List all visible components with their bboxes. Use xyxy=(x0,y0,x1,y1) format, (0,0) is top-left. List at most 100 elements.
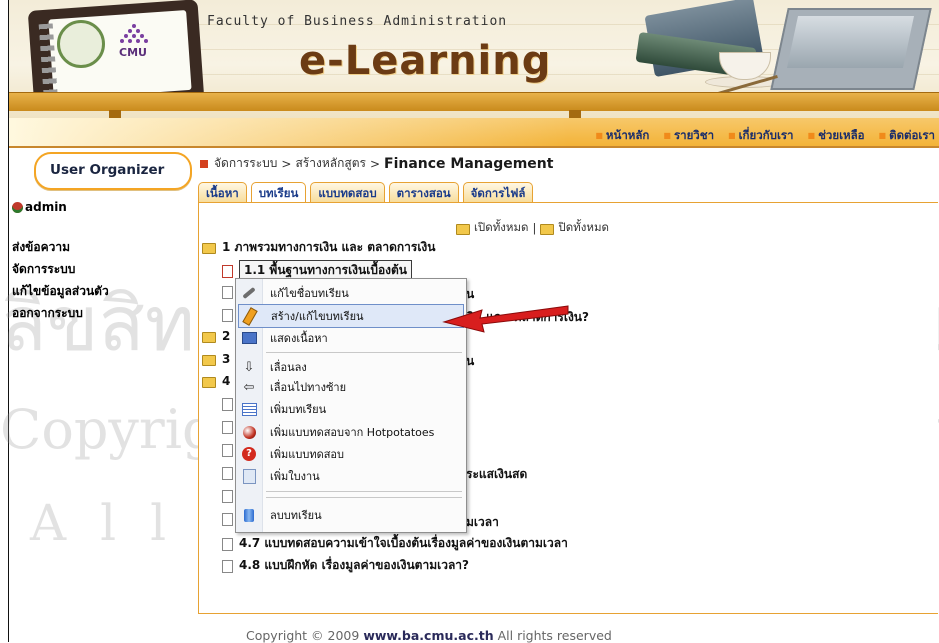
collapse-all-link[interactable]: ปิดทั้งหมด xyxy=(558,219,609,237)
delete-icon xyxy=(244,508,254,522)
expand-divider: | xyxy=(532,221,537,235)
menu-item-add-quiz[interactable]: ? เพิ่มแบบทดสอบ xyxy=(238,443,462,465)
breadcrumb-bullet-icon xyxy=(200,159,208,168)
sidebar-link-edit-profile[interactable]: แก้ไขข้อมูลส่วนตัว xyxy=(12,280,109,302)
tree-node-label[interactable]: 4.7 แบบทดสอบความเข้าใจเบื้องต้นเรื่องมูล… xyxy=(239,534,568,553)
menu-item-add-hotpotatoes-quiz[interactable]: เพิ่มแบบทดสอบจาก Hotpotatoes xyxy=(238,421,462,443)
sidebar-link-manage-system[interactable]: จัดการระบบ xyxy=(12,258,109,280)
menu-item-move-down[interactable]: ⇩ เลื่อนลง xyxy=(238,356,462,378)
document-icon xyxy=(222,286,233,299)
tree-expand-controls: เปิดทั้งหมด | ปิดทั้งหมด xyxy=(456,219,609,237)
menu-item-label: เพิ่มใบงาน xyxy=(270,470,320,483)
folder-open-icon xyxy=(202,376,216,388)
nav-about[interactable]: เกี่ยวกับเรา xyxy=(728,127,794,145)
top-navigation: หน้าหลัก รายวิชา เกี่ยวกับเรา ช่วยเหลือ … xyxy=(595,127,935,145)
document-icon xyxy=(222,444,233,457)
menu-item-label: สร้าง/แก้ไขบทเรียน xyxy=(271,310,364,323)
menu-item-add-worksheet[interactable]: เพิ่มใบงาน xyxy=(238,465,462,487)
worksheet-icon xyxy=(242,468,256,484)
footer-prefix: Copyright © 2009 xyxy=(246,628,360,643)
breadcrumb-separator: > xyxy=(369,156,380,171)
tree-node-2[interactable]: 2 xyxy=(202,329,230,343)
folder-closed-icon xyxy=(202,331,216,343)
tree-node-4-3[interactable] xyxy=(222,443,233,457)
menu-item-label: เพิ่มแบบทดสอบ xyxy=(270,448,345,461)
tree-node-4-6[interactable] xyxy=(222,512,233,526)
tree-node-4-8[interactable]: 4.8 แบบฝึกหัด เรื่องมูลค่าของเงินตามเวลา… xyxy=(222,556,469,575)
menu-item-label: แก้ไขชื่อบทเรียน xyxy=(270,287,349,300)
tree-node-1[interactable]: 1 ภาพรวมทางการเงิน และ ตลาดการเงิน xyxy=(202,238,435,257)
tree-node-label[interactable]: น xyxy=(466,352,474,371)
menu-item-rename-lesson[interactable]: แก้ไขชื่อบทเรียน xyxy=(238,282,462,304)
menu-item-label: แสดงเนื้อหา xyxy=(270,332,328,345)
tree-node-label[interactable]: 1 ภาพรวมทางการเงิน และ ตลาดการเงิน xyxy=(222,238,435,257)
document-icon xyxy=(222,398,233,411)
header-banner: CMU Faculty of Business Administration e… xyxy=(9,0,939,118)
menu-item-label: เพิ่มบทเรียน xyxy=(270,403,327,416)
breadcrumb-separator: > xyxy=(281,156,292,171)
document-icon xyxy=(222,467,233,480)
hotpotatoes-icon xyxy=(242,425,256,439)
expand-all-link[interactable]: เปิดทั้งหมด xyxy=(474,219,529,237)
footer-copyright: Copyright © 2009 www.ba.cmu.ac.th All ri… xyxy=(246,628,612,643)
faculty-title: Faculty of Business Administration xyxy=(207,14,508,29)
arrow-down-icon: ⇩ xyxy=(243,359,255,375)
user-organizer-title: User Organizer xyxy=(50,162,165,178)
tree-node-4-4[interactable] xyxy=(222,466,233,480)
document-icon xyxy=(222,513,233,526)
menu-item-create-edit-lesson[interactable]: สร้าง/แก้ไขบทเรียน xyxy=(238,304,464,328)
nav-contact[interactable]: ติดต่อเรา xyxy=(879,127,935,145)
nav-home[interactable]: หน้าหลัก xyxy=(595,127,650,145)
tree-node-4-2[interactable] xyxy=(222,420,233,434)
folder-open-icon xyxy=(456,223,470,235)
red-pointer-arrow-icon xyxy=(442,305,569,333)
menu-item-show-content[interactable]: แสดงเนื้อหา xyxy=(238,327,462,349)
folder-closed-icon xyxy=(540,223,555,235)
breadcrumb-manage-system[interactable]: จัดการระบบ xyxy=(214,154,277,173)
tree-node-4-4-text[interactable]: ระแสเงินสด xyxy=(466,465,527,484)
menu-item-move-left[interactable]: ⇦ เลื่อนไปทางซ้าย xyxy=(238,376,462,398)
document-icon xyxy=(222,538,233,551)
tree-node-4-6-text[interactable]: มเวลา xyxy=(466,513,499,532)
pencil-icon xyxy=(242,306,258,326)
breadcrumb-create-course[interactable]: สร้างหลักสูตร xyxy=(295,154,365,173)
tree-node-1-2[interactable] xyxy=(222,285,233,299)
tree-node-label[interactable]: 2 xyxy=(222,329,230,343)
laptop-illustration xyxy=(770,8,932,90)
tree-node-4-1[interactable] xyxy=(222,397,233,411)
menu-item-add-lesson[interactable]: เพิ่มบทเรียน xyxy=(238,398,462,420)
shelf-post xyxy=(569,110,581,118)
tree-node-4-7[interactable]: 4.7 แบบทดสอบความเข้าใจเบื้องต้นเรื่องมูล… xyxy=(222,534,568,553)
menu-separator xyxy=(266,491,462,492)
wrench-icon xyxy=(242,286,256,300)
footer-site-link[interactable]: www.ba.cmu.ac.th xyxy=(363,628,493,643)
breadcrumb: จัดการระบบ > สร้างหลักสูตร > Finance Man… xyxy=(200,154,553,173)
menu-item-label: เลื่อนไปทางซ้าย xyxy=(270,381,347,394)
footer-suffix: All rights reserved xyxy=(497,628,612,643)
sidebar-link-send-message[interactable]: ส่งข้อความ xyxy=(12,236,109,258)
tree-node-label[interactable]: มเวลา xyxy=(466,513,499,532)
tree-node-label[interactable]: 4 xyxy=(222,374,230,388)
tree-node-4-5[interactable] xyxy=(222,489,233,503)
tree-node-label[interactable]: 4.8 แบบฝึกหัด เรื่องมูลค่าของเงินตามเวลา… xyxy=(239,556,469,575)
current-user: admin xyxy=(12,200,67,214)
shelf-post xyxy=(109,110,121,118)
tree-node-label[interactable]: 3 xyxy=(222,352,230,366)
tree-node-label[interactable]: ระแสเงินสด xyxy=(466,465,527,484)
sidebar-link-logout[interactable]: ออกจากระบบ xyxy=(12,302,109,324)
nav-courses[interactable]: รายวิชา xyxy=(663,127,714,145)
menu-item-delete-lesson[interactable]: ลบบทเรียน xyxy=(238,504,462,526)
document-icon xyxy=(222,265,233,278)
tree-node-3-text[interactable]: น xyxy=(466,352,474,371)
tree-node-3[interactable]: 3 xyxy=(202,352,230,366)
cmu-logo: CMU xyxy=(109,22,159,62)
app-title: e-Learning xyxy=(299,38,552,84)
document-icon xyxy=(222,490,233,503)
menu-item-label: เลื่อนลง xyxy=(270,361,307,374)
username: admin xyxy=(25,200,67,214)
user-organizer-panel: User Organizer xyxy=(34,152,192,190)
nav-help[interactable]: ช่วยเหลือ xyxy=(808,127,864,145)
tree-node-1-3[interactable] xyxy=(222,308,233,322)
breadcrumb-current-course: Finance Management xyxy=(384,155,554,172)
tree-node-4[interactable]: 4 xyxy=(202,374,230,388)
